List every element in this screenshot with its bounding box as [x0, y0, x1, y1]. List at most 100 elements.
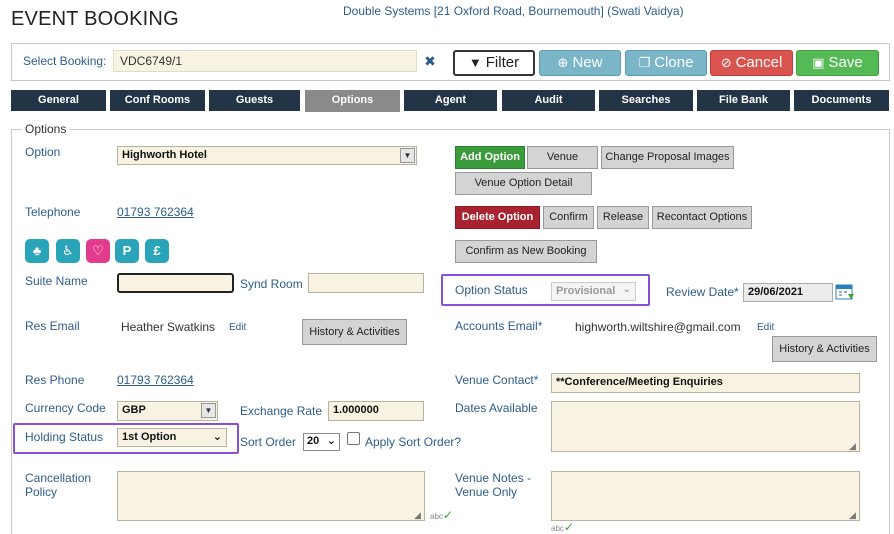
tab-searches[interactable]: Searches [599, 90, 693, 111]
tab-documents[interactable]: Documents [794, 90, 889, 111]
recontact-options-button[interactable]: Recontact Options [652, 206, 752, 229]
currency-code-value: GBP [122, 404, 146, 416]
dates-available-textarea[interactable] [551, 401, 860, 452]
res-phone-label: Res Phone [25, 373, 85, 387]
calendar-icon[interactable] [835, 283, 855, 302]
floppy-disk-icon: ▣ [812, 55, 825, 70]
telephone-link[interactable]: 01793 762364 [117, 205, 194, 219]
filter-button[interactable]: ▼ Filter [453, 50, 535, 76]
save-button[interactable]: ▣ Save [796, 50, 879, 76]
chevron-down-icon: ⌄ [622, 284, 631, 295]
money-icon: £ [145, 239, 169, 263]
option-select-value: Highworth Hotel [122, 149, 207, 161]
suite-name-input[interactable] [117, 273, 234, 293]
venue-contact-label: Venue Contact* [455, 373, 539, 387]
wheelchair-icon: ♿ [56, 239, 80, 263]
venue-notes-label-line2: Venue Only [455, 485, 518, 499]
cancellation-policy-label-line2: Policy [25, 485, 58, 499]
tab-general[interactable]: General [11, 90, 106, 111]
chevron-down-icon: ⌄ [212, 431, 222, 443]
tab-audit[interactable]: Audit [502, 90, 595, 111]
filter-icon: ▼ [468, 55, 482, 70]
currency-code-select[interactable]: GBP ▼ [117, 401, 218, 421]
venue-option-detail-button[interactable]: Venue Option Detail [455, 172, 592, 195]
synd-room-input[interactable] [308, 273, 424, 293]
apply-sort-order-checkbox[interactable] [347, 432, 360, 445]
currency-code-label: Currency Code [25, 401, 106, 415]
tab-options[interactable]: Options [305, 90, 400, 112]
tab-conf-rooms[interactable]: Conf Rooms [110, 90, 205, 111]
resize-handle-icon[interactable]: ◢ [849, 441, 856, 452]
option-status-select[interactable]: Provisional ⌄ [551, 282, 636, 301]
clone-label: Clone [654, 54, 694, 71]
option-status-label: Option Status [455, 283, 528, 297]
res-email-edit-link[interactable]: Edit [229, 322, 246, 333]
accounts-email-edit-link[interactable]: Edit [757, 322, 774, 333]
release-button[interactable]: Release [597, 206, 649, 229]
confirm-as-new-booking-button[interactable]: Confirm as New Booking [455, 240, 597, 263]
option-label: Option [25, 145, 61, 159]
venue-contact-input[interactable]: **Conference/Meeting Enquiries [551, 373, 860, 393]
holding-status-value: 1st Option [122, 431, 177, 443]
exchange-rate-input[interactable]: 1.000000 [328, 401, 424, 421]
dates-available-label: Dates Available [455, 401, 538, 415]
header-company-info: Double Systems [21 Oxford Road, Bournemo… [343, 4, 684, 18]
accounts-email-value: highworth.wiltshire@gmail.com [575, 320, 741, 334]
holding-status-select[interactable]: 1st Option ⌄ [117, 428, 227, 447]
telephone-label: Telephone [25, 205, 81, 219]
filter-label: Filter [485, 54, 520, 71]
spellcheck-icon[interactable]: abc✓ [551, 520, 574, 534]
copy-icon: ❐ [638, 55, 651, 70]
chevron-down-icon: ⌄ [326, 435, 336, 447]
add-option-button[interactable]: Add Option [455, 146, 525, 169]
select-booking-input[interactable]: VDC6749/1 [113, 50, 417, 72]
confirm-button[interactable]: Confirm [543, 206, 594, 229]
new-label: New [572, 54, 603, 71]
cancellation-policy-textarea[interactable] [117, 471, 425, 521]
option-select[interactable]: Highworth Hotel ▼ [117, 146, 417, 165]
plus-icon: ⊕ [557, 55, 569, 70]
sort-order-label: Sort Order [240, 435, 297, 449]
venue-button[interactable]: Venue [527, 146, 598, 169]
cancel-button[interactable]: ⊘ Cancel [710, 50, 793, 76]
review-date-input[interactable]: 29/06/2021 [743, 283, 833, 302]
change-proposal-images-button[interactable]: Change Proposal Images [601, 146, 734, 169]
tab-file-bank[interactable]: File Bank [697, 90, 790, 111]
apply-sort-order-label: Apply Sort Order? [365, 435, 462, 449]
res-phone-link[interactable]: 01793 762364 [117, 373, 194, 387]
tab-agent[interactable]: Agent [404, 90, 497, 111]
synd-room-label: Synd Room [240, 277, 303, 291]
accounts-history-activities-button[interactable]: History & Activities [772, 336, 877, 362]
review-date-label: Review Date* [666, 285, 739, 299]
clone-button[interactable]: ❐ Clone [625, 50, 707, 76]
new-button[interactable]: ⊕ New [539, 50, 621, 76]
currency-dropdown-arrow-icon[interactable]: ▼ [201, 403, 216, 418]
venue-notes-textarea[interactable] [551, 471, 860, 521]
res-email-value: Heather Swatkins [121, 320, 216, 334]
option-dropdown-arrow-icon[interactable]: ▼ [400, 148, 415, 163]
option-status-value: Provisional [556, 285, 616, 297]
sort-order-value: 20 [307, 435, 320, 447]
spellcheck-icon[interactable]: abc✓ [430, 508, 453, 522]
wedding-rings-icon: ♡ [86, 239, 110, 263]
sort-order-select[interactable]: 20 ⌄ [303, 433, 340, 451]
select-booking-label: Select Booking: [23, 54, 107, 68]
resize-handle-icon[interactable]: ◢ [849, 510, 856, 521]
ban-icon: ⊘ [720, 55, 732, 70]
resize-handle-icon[interactable]: ◢ [414, 510, 421, 521]
parking-icon: P [115, 239, 139, 263]
clear-booking-icon[interactable]: ✖ [422, 52, 438, 70]
save-label: Save [828, 54, 863, 71]
venue-notes-label-line1: Venue Notes - [455, 471, 532, 485]
accounts-email-label: Accounts Email* [455, 319, 543, 333]
page-title: EVENT BOOKING [11, 8, 179, 30]
cancellation-policy-label-line1: Cancellation [25, 471, 92, 485]
options-legend: Options [22, 122, 70, 136]
exchange-rate-label: Exchange Rate [240, 404, 323, 418]
res-history-activities-button[interactable]: History & Activities [302, 319, 407, 345]
holding-status-label: Holding Status [25, 430, 104, 444]
tab-guests[interactable]: Guests [209, 90, 300, 111]
suite-name-label: Suite Name [25, 274, 88, 288]
garden-icon: ♣ [25, 239, 49, 263]
delete-option-button[interactable]: Delete Option [455, 206, 540, 229]
